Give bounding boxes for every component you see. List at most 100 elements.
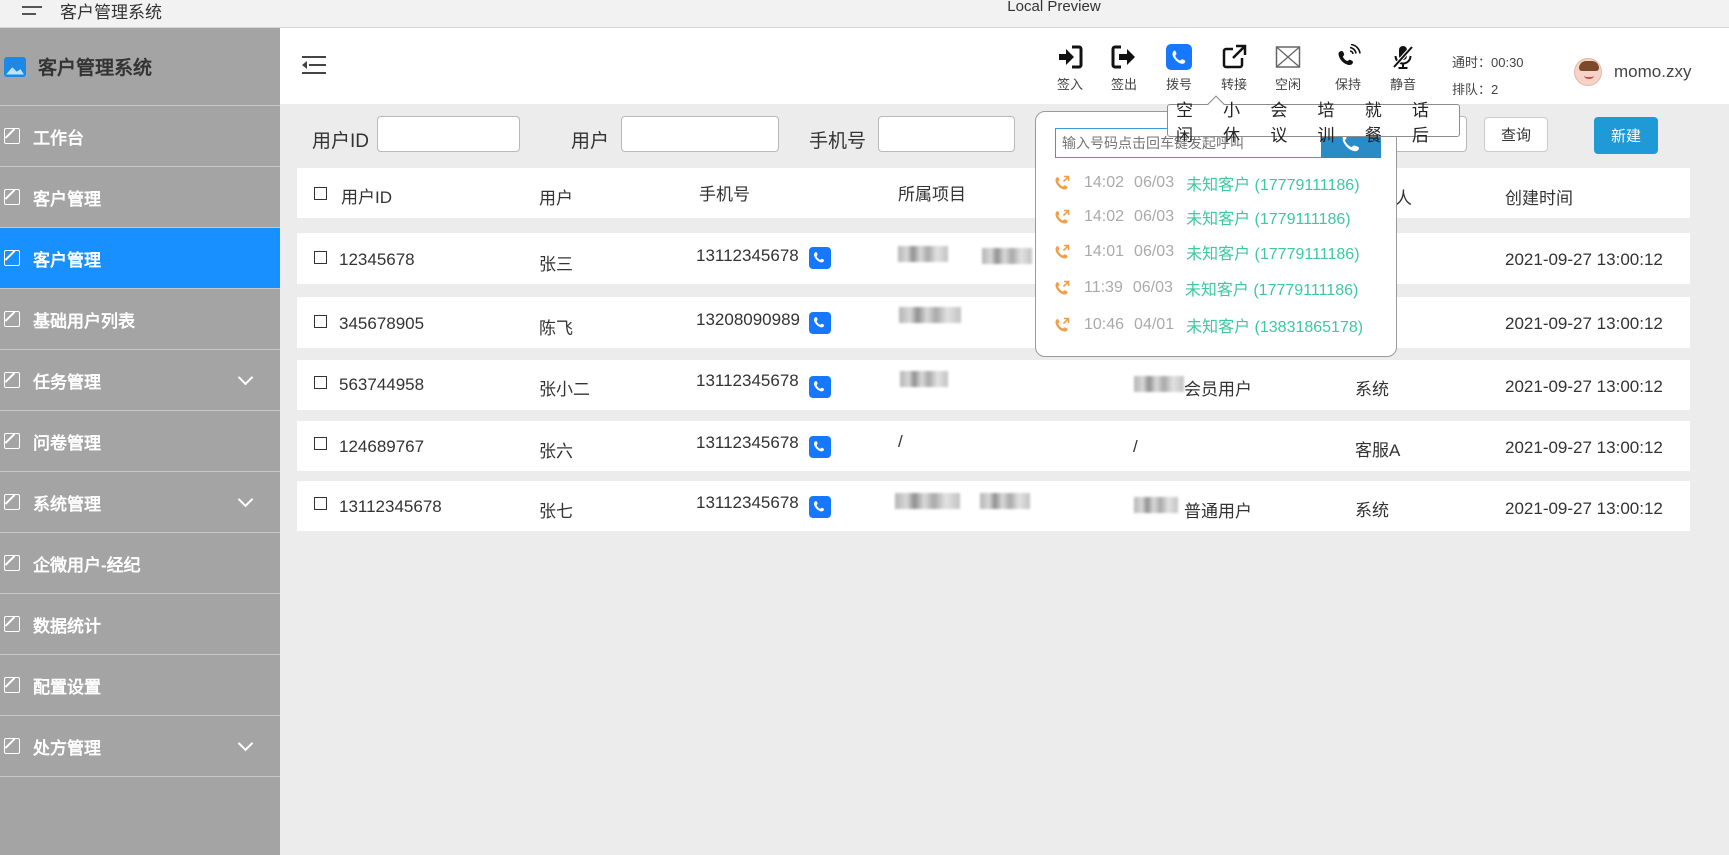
idle-button[interactable]: 空闲 <box>1265 42 1311 93</box>
call-button[interactable] <box>809 436 831 458</box>
dial-label: 拨号 <box>1165 77 1192 92</box>
dial-button[interactable]: 拨号 <box>1156 42 1202 93</box>
avatar[interactable] <box>1574 58 1602 86</box>
phone-input[interactable] <box>878 116 1015 152</box>
phone-icon <box>814 252 824 263</box>
sidebar-item-label: 客户管理 <box>33 250 101 270</box>
sidebar-item-workbench[interactable]: 工作台 <box>0 106 280 167</box>
call-button[interactable] <box>809 312 831 334</box>
table-row[interactable]: 563744958 张小二 13112345678 会员用户 系统 2021-0… <box>297 360 1690 410</box>
redacted-type <box>1134 497 1178 513</box>
hold-button[interactable]: 保持 <box>1325 42 1371 93</box>
edit-icon <box>4 128 20 144</box>
transfer-button[interactable]: 转接 <box>1211 42 1257 93</box>
queue-count: 排队：2 <box>1452 82 1499 97</box>
cell-owner: 系统 <box>1355 380 1389 399</box>
chevron-down-icon <box>237 369 254 386</box>
mute-icon <box>1392 45 1414 69</box>
cell-user: 张六 <box>539 442 573 461</box>
edit-icon <box>4 616 20 632</box>
call-record[interactable]: 11:39 06/03 未知客户 (17779111186) <box>1054 276 1358 300</box>
table-row[interactable]: 124689767 张六 13112345678 / / 客服A 2021-09… <box>297 421 1690 471</box>
mute-button[interactable]: 静音 <box>1380 42 1426 93</box>
cell-created: 2021-09-27 13:00:12 <box>1505 377 1663 396</box>
call-record[interactable]: 14:02 06/03 未知客户 (17779111186) <box>1054 171 1360 195</box>
record-time: 10:46 <box>1084 316 1125 333</box>
edit-icon <box>4 433 20 449</box>
sidebar-item-task-management[interactable]: 任务管理 <box>0 350 280 411</box>
sidebar-item-basic-user-list[interactable]: 基础用户列表 <box>0 289 280 350</box>
cell-user: 张七 <box>539 502 573 521</box>
new-button[interactable]: 新建 <box>1594 117 1658 154</box>
call-button[interactable] <box>809 496 831 518</box>
status-option-idle[interactable]: 空闲 <box>1176 96 1207 146</box>
top-header: 签入 签出 拨号 转接 空闲 保持 静音 通时：00:30 排队：2 momo.… <box>280 28 1729 104</box>
row-checkbox[interactable] <box>314 437 327 450</box>
status-option-break[interactable]: 小休 <box>1223 96 1254 146</box>
query-button[interactable]: 查询 <box>1484 117 1548 152</box>
call-button[interactable] <box>809 376 831 398</box>
edit-icon <box>4 555 20 571</box>
record-name: 未知客户 (13831865178) <box>1186 319 1364 336</box>
header-owner: 人 <box>1395 189 1412 208</box>
select-all-checkbox[interactable] <box>314 187 327 200</box>
sign-out-button[interactable]: 签出 <box>1101 42 1147 93</box>
mute-label: 静音 <box>1389 77 1416 92</box>
call-record[interactable]: 14:02 06/03 未知客户 (1779111186) <box>1054 205 1351 229</box>
transfer-label: 转接 <box>1220 77 1247 92</box>
status-option-meeting[interactable]: 会议 <box>1270 96 1301 146</box>
sidebar-item-label: 数据统计 <box>33 616 101 636</box>
record-date: 06/03 <box>1134 174 1175 191</box>
call-record[interactable]: 10:46 04/01 未知客户 (13831865178) <box>1054 313 1363 337</box>
cell-project: / <box>898 432 903 451</box>
cell-type: / <box>1133 437 1138 456</box>
row-checkbox[interactable] <box>314 497 327 510</box>
phone-icon <box>814 441 824 452</box>
username[interactable]: momo.zxy <box>1614 62 1691 82</box>
cell-phone: 13112345678 <box>696 433 799 452</box>
status-option-training[interactable]: 培训 <box>1318 96 1349 146</box>
cell-phone: 13208090989 <box>696 310 801 329</box>
sidebar-item-customer-management[interactable]: 客户管理 <box>0 167 280 228</box>
table-row[interactable]: 345678905 陈飞 13208090989 2021-09-27 13:0… <box>297 297 1690 348</box>
idle-label: 空闲 <box>1274 77 1301 92</box>
call-button[interactable] <box>809 247 831 269</box>
sidebar-item-prescription[interactable]: 处方管理 <box>0 716 280 777</box>
cell-phone: 13112345678 <box>696 246 799 265</box>
cell-user: 张三 <box>539 255 573 274</box>
brand-name: 客户管理系统 <box>38 58 153 79</box>
sidebar-item-statistics[interactable]: 数据统计 <box>0 594 280 655</box>
status-option-after-call[interactable]: 话后 <box>1412 96 1443 146</box>
table-row[interactable]: 13112345678 张七 13112345678 普通用户 系统 2021-… <box>297 481 1690 531</box>
outgoing-call-icon <box>1055 317 1070 332</box>
row-checkbox[interactable] <box>314 315 327 328</box>
record-time: 14:02 <box>1084 174 1125 191</box>
sidebar-item-customer-management-active[interactable]: 客户管理 <box>0 228 280 289</box>
table-row[interactable]: 12345678 张三 13112345678 2021-09-27 13:00… <box>297 233 1690 284</box>
status-option-meal[interactable]: 就餐 <box>1365 96 1396 146</box>
hold-icon <box>1338 44 1361 65</box>
call-record[interactable]: 14:01 06/03 未知客户 (17779111186) <box>1054 240 1360 264</box>
record-time: 11:39 <box>1084 279 1123 296</box>
cell-owner: 系统 <box>1355 501 1389 520</box>
phone-icon <box>814 501 824 512</box>
collapse-sidebar-icon[interactable] <box>302 56 326 76</box>
external-link-icon <box>1222 44 1247 69</box>
sidebar-item-wecom-users[interactable]: 企微用户-经纪 <box>0 533 280 594</box>
user-id-input[interactable] <box>377 116 520 152</box>
sidebar-item-questionnaire[interactable]: 问卷管理 <box>0 411 280 472</box>
cell-user-id: 12345678 <box>339 250 415 269</box>
header-user: 用户 <box>539 189 573 208</box>
cell-type: 普通用户 <box>1184 502 1252 521</box>
dialer-panel: 14:02 06/03 未知客户 (17779111186) 14:02 06/… <box>1035 111 1397 357</box>
sidebar-item-settings[interactable]: 配置设置 <box>0 655 280 716</box>
row-checkbox[interactable] <box>314 251 327 264</box>
user-input[interactable] <box>621 116 779 152</box>
sidebar-item-label: 工作台 <box>33 128 84 148</box>
record-name: 未知客户 (1779111186) <box>1186 211 1351 228</box>
sign-in-button[interactable]: 签入 <box>1047 42 1093 93</box>
user-id-label: 用户ID <box>312 131 370 152</box>
row-checkbox[interactable] <box>314 376 327 389</box>
sidebar-item-system-management[interactable]: 系统管理 <box>0 472 280 533</box>
redacted-project <box>895 493 960 509</box>
